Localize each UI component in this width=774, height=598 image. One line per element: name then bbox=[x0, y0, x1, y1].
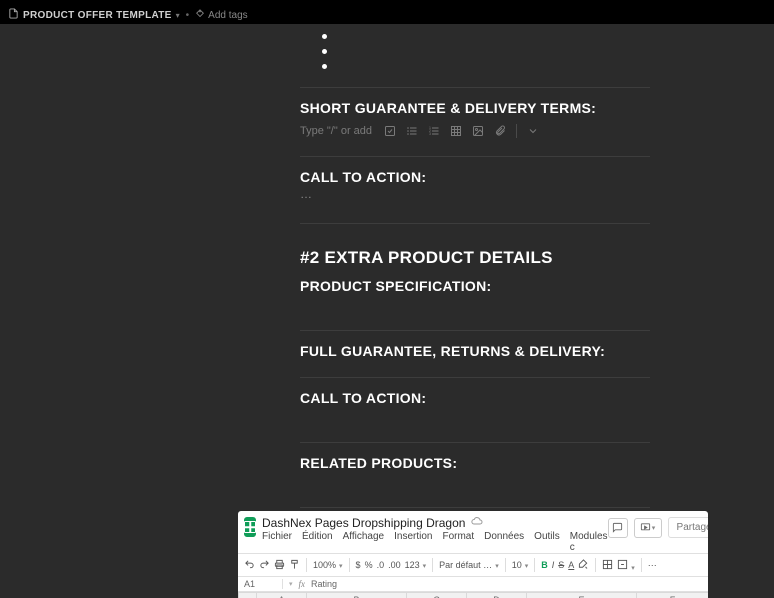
editor-canvas: SHORT GUARANTEE & DELIVERY TERMS: Type "… bbox=[0, 24, 774, 598]
divider bbox=[300, 156, 650, 157]
toolbar-more-icon[interactable]: ⋯ bbox=[648, 560, 657, 571]
strikethrough-button[interactable]: S bbox=[558, 560, 564, 570]
heading-cta-2[interactable]: CALL TO ACTION: bbox=[300, 390, 650, 406]
block-insert-toolbar[interactable]: Type "/" or add 123 bbox=[300, 124, 650, 138]
menu-tools[interactable]: Outils bbox=[534, 531, 560, 553]
col-header[interactable]: F bbox=[637, 593, 709, 598]
fx-icon: fx bbox=[299, 579, 306, 589]
column-header-row[interactable]: A B C D E F bbox=[239, 593, 709, 598]
formula-input[interactable]: Rating bbox=[311, 579, 337, 589]
menu-format[interactable]: Format bbox=[442, 531, 474, 553]
google-sheets-icon bbox=[244, 517, 256, 537]
name-box[interactable]: A1 bbox=[244, 579, 283, 589]
bullet-item[interactable] bbox=[322, 34, 327, 39]
page-title-chevron[interactable]: ▾ bbox=[176, 11, 180, 20]
divider bbox=[300, 87, 650, 88]
document-icon bbox=[8, 8, 19, 22]
svg-text:3: 3 bbox=[429, 132, 431, 136]
col-header[interactable]: E bbox=[527, 593, 637, 598]
sheets-toolbar[interactable]: 100% $ % .0 .00 123 Par défaut … 10 B I … bbox=[238, 553, 708, 577]
undo-icon[interactable] bbox=[244, 559, 255, 572]
checkbox-icon[interactable] bbox=[384, 125, 396, 137]
currency-button[interactable]: $ bbox=[356, 560, 361, 570]
menu-view[interactable]: Affichage bbox=[343, 531, 385, 553]
divider bbox=[300, 442, 650, 443]
menu-file[interactable]: Fichier bbox=[262, 531, 292, 553]
col-header[interactable]: A bbox=[257, 593, 307, 598]
bulleted-list-icon[interactable] bbox=[406, 125, 418, 137]
percent-button[interactable]: % bbox=[365, 560, 373, 570]
separator bbox=[516, 124, 517, 138]
menu-edit[interactable]: Édition bbox=[302, 531, 333, 553]
font-select[interactable]: Par défaut … bbox=[439, 560, 499, 570]
sheets-document-title[interactable]: DashNex Pages Dropshipping Dragon bbox=[262, 516, 465, 530]
fill-color-icon[interactable] bbox=[578, 559, 589, 572]
increase-decimal-button[interactable]: .00 bbox=[388, 560, 401, 570]
add-tags-button[interactable]: Add tags bbox=[208, 10, 247, 21]
heading-related-products[interactable]: RELATED PRODUCTS: bbox=[300, 455, 650, 471]
heading-short-guarantee[interactable]: SHORT GUARANTEE & DELIVERY TERMS: bbox=[300, 100, 650, 116]
tag-icon bbox=[195, 9, 205, 22]
font-size-select[interactable]: 10 bbox=[512, 560, 529, 570]
sheets-header: DashNex Pages Dropshipping Dragon Fichie… bbox=[238, 511, 708, 553]
merge-cells-icon[interactable] bbox=[617, 559, 635, 572]
divider bbox=[300, 507, 650, 508]
attachment-icon[interactable] bbox=[494, 125, 506, 137]
present-icon[interactable]: ▾ bbox=[634, 518, 662, 538]
numbered-list-icon[interactable]: 123 bbox=[428, 125, 440, 137]
menu-addons[interactable]: Modules c bbox=[570, 531, 608, 553]
menu-insert[interactable]: Insertion bbox=[394, 531, 432, 553]
more-icon[interactable] bbox=[527, 125, 539, 137]
number-format-select[interactable]: 123 bbox=[405, 560, 427, 570]
share-button[interactable]: Partager bbox=[668, 517, 708, 538]
bullet-item[interactable] bbox=[322, 64, 327, 69]
divider bbox=[300, 223, 650, 224]
redo-icon[interactable] bbox=[259, 559, 270, 572]
corner-cell[interactable] bbox=[239, 593, 257, 598]
document-body[interactable]: SHORT GUARANTEE & DELIVERY TERMS: Type "… bbox=[300, 24, 650, 536]
paint-format-icon[interactable] bbox=[289, 559, 300, 572]
table-icon[interactable] bbox=[450, 125, 462, 137]
divider bbox=[300, 330, 650, 331]
bullet-item[interactable] bbox=[322, 49, 327, 54]
print-icon[interactable] bbox=[274, 559, 285, 572]
bullet-list[interactable] bbox=[300, 34, 650, 69]
italic-button[interactable]: I bbox=[552, 560, 555, 570]
menu-data[interactable]: Données bbox=[484, 531, 524, 553]
bold-button[interactable]: B bbox=[541, 560, 548, 570]
separator: • bbox=[186, 10, 190, 21]
col-header[interactable]: C bbox=[407, 593, 467, 598]
spreadsheet-grid[interactable]: A B C D E F 1 Rating Review Content Firs… bbox=[238, 592, 708, 598]
heading-extra-details[interactable]: #2 EXTRA PRODUCT DETAILS bbox=[300, 248, 650, 268]
formula-bar[interactable]: A1 ▾ fx Rating bbox=[238, 577, 708, 592]
heading-full-guarantee[interactable]: FULL GUARANTEE, RETURNS & DELIVERY: bbox=[300, 343, 650, 359]
zoom-select[interactable]: 100% bbox=[313, 560, 343, 570]
divider bbox=[300, 377, 650, 378]
ellipsis-text[interactable]: … bbox=[300, 187, 650, 201]
decrease-decimal-button[interactable]: .0 bbox=[377, 560, 385, 570]
heading-product-spec[interactable]: PRODUCT SPECIFICATION: bbox=[300, 278, 650, 294]
comments-icon[interactable] bbox=[608, 518, 628, 538]
borders-icon[interactable] bbox=[602, 559, 613, 572]
page-title[interactable]: PRODUCT OFFER TEMPLATE bbox=[23, 10, 172, 21]
image-icon[interactable] bbox=[472, 125, 484, 137]
sheets-menu-bar[interactable]: Fichier Édition Affichage Insertion Form… bbox=[262, 531, 608, 553]
empty-block-placeholder[interactable]: Type "/" or add bbox=[300, 125, 372, 137]
text-color-button[interactable]: A bbox=[568, 560, 574, 570]
heading-cta-1[interactable]: CALL TO ACTION: bbox=[300, 169, 650, 185]
col-header[interactable]: D bbox=[467, 593, 527, 598]
col-header[interactable]: B bbox=[307, 593, 407, 598]
name-box-chevron[interactable]: ▾ bbox=[289, 580, 293, 588]
google-sheets-embed[interactable]: DashNex Pages Dropshipping Dragon Fichie… bbox=[238, 511, 708, 598]
cloud-saved-icon bbox=[471, 515, 483, 530]
